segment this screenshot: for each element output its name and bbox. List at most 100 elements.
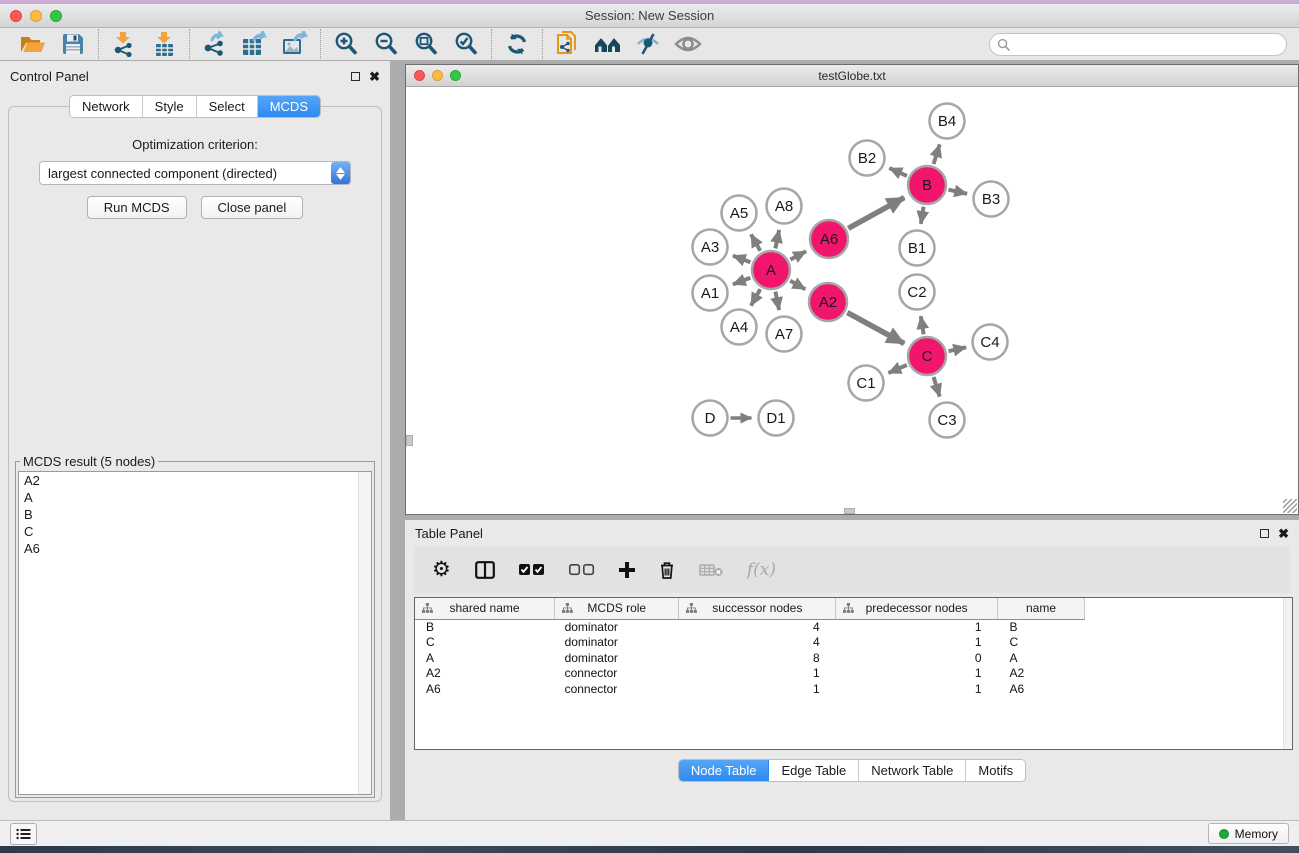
table-row[interactable]: Bdominator41B	[415, 619, 1085, 635]
table-cell[interactable]: A2	[998, 666, 1085, 682]
graph-edge-C-C4[interactable]	[948, 347, 966, 351]
tab-network[interactable]: Network	[70, 96, 143, 117]
result-list-scrollbar[interactable]	[358, 472, 371, 794]
graph-edge-C-C1[interactable]	[888, 365, 906, 373]
table-cell[interactable]: B	[415, 619, 555, 635]
table-cell[interactable]: C	[415, 635, 555, 651]
table-cell[interactable]: 1	[836, 635, 998, 651]
table-scrollbar[interactable]	[1283, 598, 1292, 749]
import-table-button[interactable]	[149, 30, 179, 58]
memory-button[interactable]: Memory	[1208, 823, 1289, 844]
graph-node-A5[interactable]: A5	[722, 196, 757, 231]
graph-edge-A-A4[interactable]	[751, 289, 760, 305]
table-cell[interactable]: 8	[679, 650, 836, 666]
deselect-all-button[interactable]	[569, 564, 595, 576]
graph-node-A8[interactable]: A8	[767, 189, 802, 224]
graph-edge-A2-C[interactable]	[847, 313, 904, 344]
task-history-button[interactable]	[10, 823, 37, 845]
tab-edge-table[interactable]: Edge Table	[769, 760, 859, 781]
delete-column-button[interactable]	[659, 561, 675, 579]
new-network-from-selection-button[interactable]	[553, 30, 583, 58]
table-cell[interactable]: 1	[836, 666, 998, 682]
float-table-panel-icon[interactable]	[1260, 529, 1269, 538]
graph-edge-B-B3[interactable]	[948, 190, 967, 194]
table-row[interactable]: A6connector11A6	[415, 681, 1085, 697]
open-file-button[interactable]	[18, 30, 48, 58]
table-cell[interactable]: dominator	[555, 650, 679, 666]
graph-node-C2[interactable]: C2	[900, 275, 935, 310]
result-list-item[interactable]: B	[19, 506, 371, 523]
graph-edge-B-B4[interactable]	[934, 144, 940, 164]
graph-node-B3[interactable]: B3	[974, 182, 1009, 217]
close-panel-icon[interactable]: ✖	[369, 70, 380, 83]
graph-node-B[interactable]: B	[908, 166, 946, 204]
table-cell[interactable]: A	[998, 650, 1085, 666]
graph-node-B2[interactable]: B2	[850, 141, 885, 176]
result-list-item[interactable]: A2	[19, 472, 371, 489]
graph-edge-A6-B[interactable]	[848, 198, 904, 229]
column-header-MCDS-role[interactable]: MCDS role	[555, 598, 679, 619]
refresh-button[interactable]	[502, 30, 532, 58]
graph-edge-B-B2[interactable]	[889, 168, 907, 176]
column-header-successor-nodes[interactable]: successor nodes	[679, 598, 836, 619]
result-list-item[interactable]: A	[19, 489, 371, 506]
table-cell[interactable]: C	[998, 635, 1085, 651]
export-image-button[interactable]	[280, 30, 310, 58]
graph-edge-A-A1[interactable]	[733, 278, 750, 285]
criterion-dropdown[interactable]: largest connected component (directed)	[39, 161, 351, 185]
graph-node-A2[interactable]: A2	[809, 283, 847, 321]
search-input[interactable]	[1014, 37, 1286, 51]
table-row[interactable]: Cdominator41C	[415, 635, 1085, 651]
zoom-in-button[interactable]	[331, 30, 361, 58]
search-field[interactable]	[989, 33, 1287, 56]
table-cell[interactable]: 4	[679, 619, 836, 635]
table-cell[interactable]: A2	[415, 666, 555, 682]
graph-edge-A-A6[interactable]	[790, 251, 806, 259]
graph-node-A1[interactable]: A1	[693, 276, 728, 311]
zoom-out-button[interactable]	[371, 30, 401, 58]
table-cell[interactable]: 0	[836, 650, 998, 666]
horizontal-scrollbar-thumb[interactable]	[844, 508, 855, 514]
first-neighbors-button[interactable]	[593, 30, 623, 58]
graph-node-C3[interactable]: C3	[930, 403, 965, 438]
table-cell[interactable]: dominator	[555, 619, 679, 635]
graph-edge-B-B1[interactable]	[921, 207, 924, 224]
table-cell[interactable]: 1	[679, 666, 836, 682]
hide-selected-button[interactable]	[633, 30, 663, 58]
graph-edge-C-C2[interactable]	[921, 316, 924, 334]
function-builder-button[interactable]: f(x)	[747, 560, 776, 580]
select-all-button[interactable]	[519, 564, 545, 576]
graph-node-C1[interactable]: C1	[849, 366, 884, 401]
network-graph[interactable]: B4B2BB3A8A5A6B1A3AC2A1A2A4A7C4CC1C3DD1	[406, 87, 1298, 514]
column-header-name[interactable]: name	[998, 598, 1085, 619]
close-panel-button[interactable]: Close panel	[201, 196, 304, 219]
network-canvas[interactable]: B4B2BB3A8A5A6B1A3AC2A1A2A4A7C4CC1C3DD1	[406, 87, 1298, 514]
table-row[interactable]: Adominator80A	[415, 650, 1085, 666]
graph-edge-C-C3[interactable]	[934, 377, 940, 397]
tab-network-table[interactable]: Network Table	[859, 760, 966, 781]
table-cell[interactable]: B	[998, 619, 1085, 635]
table-cell[interactable]: A	[415, 650, 555, 666]
graph-node-A[interactable]: A	[752, 251, 790, 289]
tab-select[interactable]: Select	[197, 96, 258, 117]
show-all-button[interactable]	[673, 30, 703, 58]
import-network-button[interactable]	[109, 30, 139, 58]
network-window-titlebar[interactable]: testGlobe.txt	[406, 65, 1298, 87]
table-cell[interactable]: 1	[836, 681, 998, 697]
mcds-result-list[interactable]: A2ABCA6	[18, 471, 372, 795]
graph-node-B1[interactable]: B1	[900, 231, 935, 266]
vertical-scrollbar-thumb[interactable]	[406, 435, 413, 446]
graph-node-A3[interactable]: A3	[693, 230, 728, 265]
tab-mcds[interactable]: MCDS	[258, 96, 320, 117]
graph-node-D[interactable]: D	[693, 401, 728, 436]
export-table-button[interactable]	[240, 30, 270, 58]
graph-edge-A-A5[interactable]	[751, 234, 760, 250]
column-header-predecessor-nodes[interactable]: predecessor nodes	[836, 598, 998, 619]
float-panel-icon[interactable]	[351, 72, 360, 81]
table-cell[interactable]: connector	[555, 666, 679, 682]
table-options-gear-button[interactable]: ⚙	[432, 559, 451, 580]
tab-style[interactable]: Style	[143, 96, 197, 117]
graph-node-A6[interactable]: A6	[810, 220, 848, 258]
table-cell[interactable]: A6	[415, 681, 555, 697]
save-session-button[interactable]	[58, 30, 88, 58]
